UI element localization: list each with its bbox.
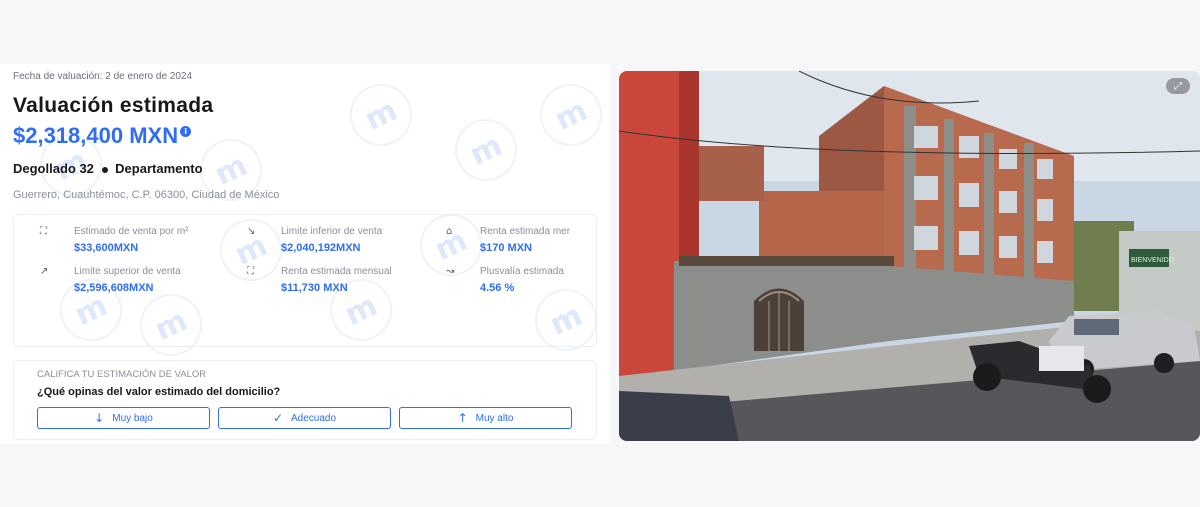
stat-item: ↗ Limite superior de venta $2,596,608MXN — [14, 264, 204, 298]
stat-item: ⛶ Estimado de venta por m² $33,600MXN — [14, 224, 204, 258]
stat-value: $33,600MXN — [74, 242, 139, 254]
stat-label: Plusvalía estimada — [480, 266, 564, 277]
scan-icon: ⛶ — [40, 226, 47, 237]
stat-value: 4.56 % — [480, 282, 515, 294]
rating-heading: CALIFICA TU ESTIMACIÓN DE VALOR — [37, 369, 207, 380]
rate-adequate-button[interactable]: ✓ Adecuado — [218, 407, 391, 429]
property-address: Degollado 32 Departamento — [13, 161, 203, 176]
trend-down-icon: ↘ — [247, 226, 256, 237]
stat-item: ⌂ Renta estimada mer $170 MXN — [420, 224, 610, 258]
valuation-date: Fecha de valuación: 2 de enero de 2024 — [13, 71, 193, 82]
expand-icon[interactable]: ⤢ — [1166, 78, 1190, 94]
rating-card: CALIFICA TU ESTIMACIÓN DE VALOR ¿Qué opi… — [13, 360, 597, 440]
info-icon[interactable]: i — [180, 126, 192, 137]
stat-label: Limite inferior de venta — [281, 226, 383, 237]
estimated-price: $2,318,400 MXN i — [13, 123, 192, 149]
stat-label: Estimado de venta por m² — [74, 226, 189, 237]
stat-item: ↘ Limite inferior de venta $2,040,192MXN — [221, 224, 411, 258]
street-view-image: BIENVENIDO — [619, 71, 1200, 441]
trend-up-icon: ↗ — [40, 266, 49, 277]
stat-item: ⛶ Renta estimada mensual $11,730 MXN — [221, 264, 411, 298]
property-type: Departamento — [115, 161, 203, 176]
rate-too-low-button[interactable]: ↓ Muy bajo — [37, 407, 210, 429]
page-title: Valuación estimada — [13, 94, 214, 117]
stat-value: $170 MXN — [480, 242, 532, 254]
rate-too-high-button[interactable]: ↑ Muy alto — [399, 407, 572, 429]
stat-label: Renta estimada mensual — [281, 266, 392, 277]
arrow-up-icon: ↑ — [457, 411, 468, 425]
chart-icon: ↝ — [446, 266, 455, 277]
scan-icon: ⛶ — [247, 266, 254, 277]
stat-value: $2,596,608MXN — [74, 282, 154, 294]
street-view-photo[interactable]: BIENVENIDO ⤢ — [619, 71, 1200, 441]
button-label: Adecuado — [291, 412, 337, 424]
stat-label: Limite superior de venta — [74, 266, 181, 277]
stats-card: ⛶ Estimado de venta por m² $33,600MXN ↘ … — [13, 214, 597, 347]
stat-value: $2,040,192MXN — [281, 242, 361, 254]
bullet-separator — [101, 166, 108, 173]
rating-question: ¿Qué opinas del valor estimado del domic… — [37, 386, 281, 398]
shop-sign: BIENVENIDO — [1131, 257, 1175, 264]
stat-item: ↝ Plusvalía estimada 4.56 % — [420, 264, 610, 298]
arrow-down-icon: ↓ — [94, 411, 105, 425]
stat-label: Renta estimada mer — [480, 226, 571, 237]
button-label: Muy alto — [475, 412, 514, 424]
home-icon: ⌂ — [446, 226, 453, 237]
street-address: Degollado 32 — [13, 161, 94, 176]
price-value: $2,318,400 MXN — [13, 123, 179, 148]
stat-value: $11,730 MXN — [281, 282, 348, 294]
button-label: Muy bajo — [112, 412, 153, 424]
property-location: Guerrero, Cuauhtémoc, C.P. 06300, Ciudad… — [13, 189, 280, 201]
check-icon: ✓ — [272, 411, 283, 425]
valuation-panel: m m m m m m m m m m m Fecha de valuación… — [0, 64, 610, 444]
